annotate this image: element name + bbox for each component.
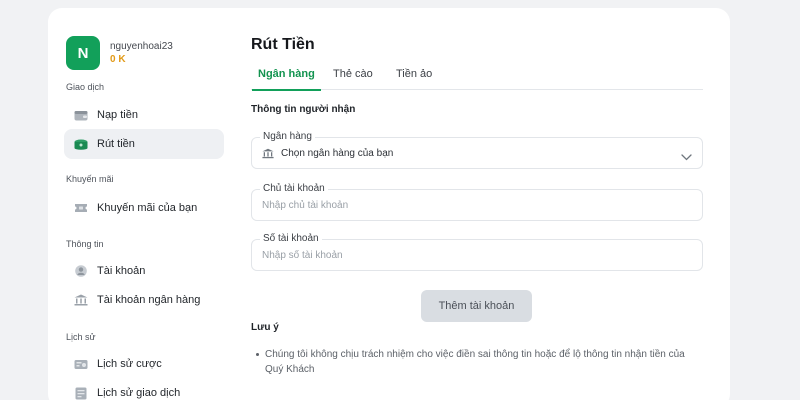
- sidebar: N nguyenhoai23 0 K Giao dịch Nạp tiền Rú…: [58, 8, 230, 400]
- sidebar-item-withdraw[interactable]: Rút tiền: [64, 129, 224, 159]
- chevron-down-icon: [681, 148, 692, 166]
- username: nguyenhoai23: [110, 41, 173, 52]
- note-bullet: [256, 353, 259, 356]
- balance: 0 K: [110, 54, 126, 65]
- withdraw-form: Rút Tiền Ngân hàng Thẻ cào Tiền ảo Thông…: [251, 8, 703, 400]
- account-number-field: Số tài khoản: [251, 233, 703, 271]
- ticket-icon: [74, 202, 88, 214]
- sidebar-item-deposit[interactable]: Nạp tiền: [64, 100, 224, 130]
- transaction-history-icon: [74, 387, 88, 399]
- section-title-info: Thông tin: [66, 239, 104, 249]
- section-title-promotions: Khuyến mãi: [66, 174, 114, 184]
- sidebar-item-label: Khuyến mãi của bạn: [97, 202, 198, 214]
- sidebar-item-label: Rút tiền: [97, 138, 135, 150]
- section-title-history: Lịch sử: [66, 332, 96, 342]
- user-summary: N nguyenhoai23 0 K: [66, 36, 173, 70]
- tab-bank[interactable]: Ngân hàng: [252, 68, 321, 91]
- sidebar-item-my-promotions[interactable]: Khuyến mãi của bạn: [64, 193, 224, 223]
- add-account-button[interactable]: Thêm tài khoản: [421, 290, 532, 322]
- sidebar-item-label: Lịch sử giao dịch: [97, 387, 181, 399]
- sidebar-item-transaction-history[interactable]: Lịch sử giao dịch: [64, 378, 224, 400]
- account-number-input[interactable]: [262, 240, 672, 270]
- avatar: N: [66, 36, 100, 70]
- sidebar-item-bet-history[interactable]: Lịch sử cược: [64, 349, 224, 379]
- page-title: Rút Tiền: [251, 36, 315, 53]
- account-panel: N nguyenhoai23 0 K Giao dịch Nạp tiền Rú…: [48, 8, 730, 400]
- tab-scratch-card[interactable]: Thẻ cào: [333, 68, 373, 90]
- account-holder-input[interactable]: [262, 190, 672, 220]
- bank-select-value: Chọn ngân hàng của bạn: [281, 147, 394, 159]
- tab-crypto[interactable]: Tiền ảo: [396, 68, 432, 90]
- bank-icon: [262, 148, 274, 159]
- sidebar-item-account[interactable]: Tài khoản: [64, 256, 224, 286]
- sidebar-item-label: Tài khoản: [97, 265, 146, 277]
- withdraw-tabs: Ngân hàng Thẻ cào Tiền ảo: [251, 68, 703, 91]
- sidebar-item-label: Tài khoản ngân hàng: [97, 294, 201, 306]
- bet-history-icon: [74, 358, 88, 370]
- sidebar-item-label: Lịch sử cược: [97, 358, 162, 370]
- section-title-transactions: Giao dịch: [66, 82, 105, 92]
- wallet-icon: [74, 109, 88, 121]
- note-text: Chúng tôi không chịu trách nhiệm cho việ…: [265, 349, 685, 375]
- user-icon: [74, 265, 88, 277]
- money-stack-icon: [74, 138, 88, 150]
- account-holder-field: Chủ tài khoản: [251, 183, 703, 221]
- sidebar-item-bank-accounts[interactable]: Tài khoản ngân hàng: [64, 285, 224, 315]
- bank-icon: [74, 294, 88, 306]
- note-title: Lưu ý: [251, 322, 279, 333]
- recipient-info-heading: Thông tin người nhận: [251, 104, 356, 115]
- bank-select[interactable]: Ngân hàng Chọn ngân hàng của bạn: [251, 131, 703, 169]
- sidebar-item-label: Nạp tiền: [97, 109, 138, 121]
